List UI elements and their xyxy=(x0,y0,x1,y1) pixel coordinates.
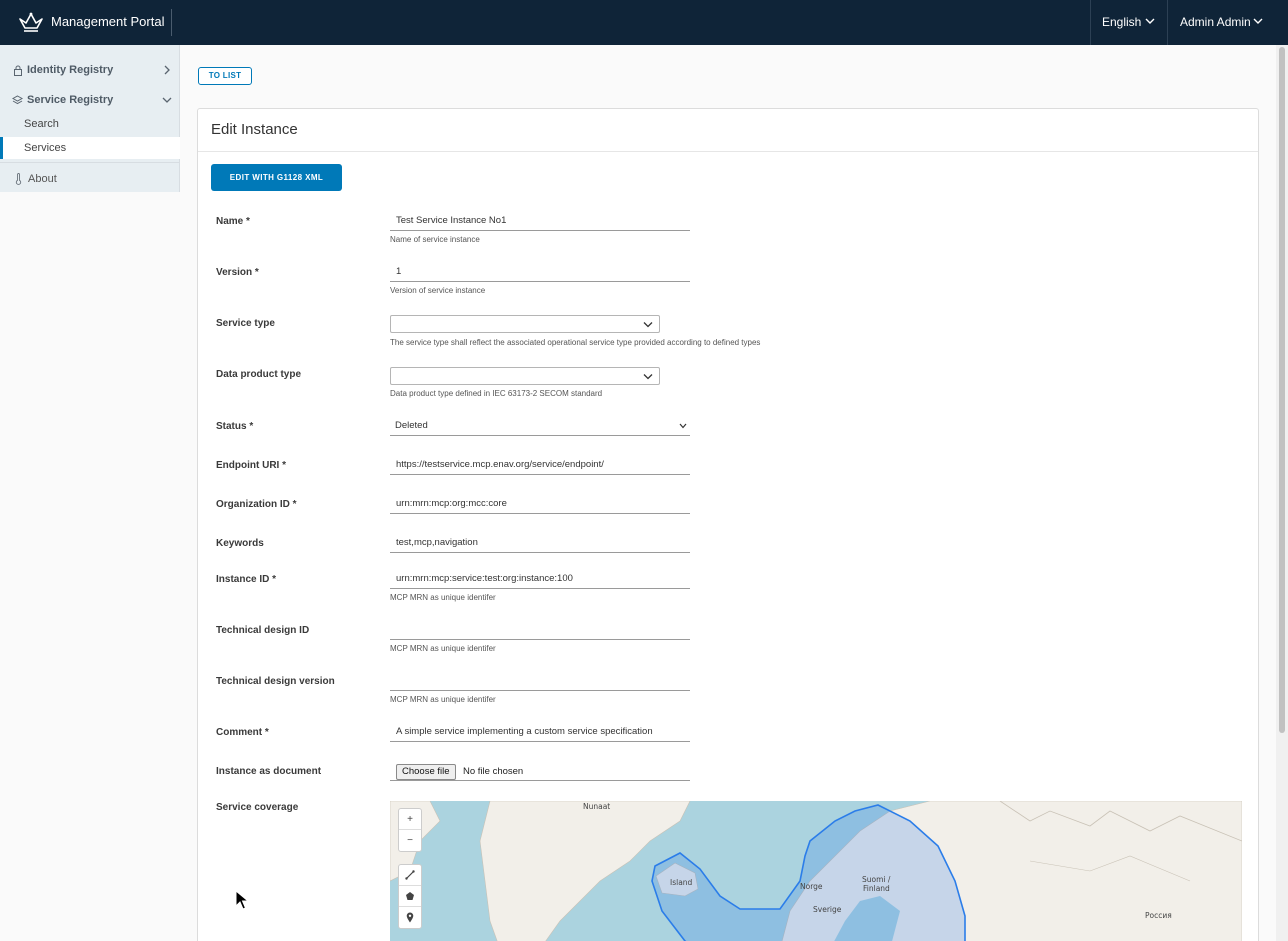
app-title[interactable]: Management Portal xyxy=(51,14,164,29)
technical-design-version-label: Technical design version xyxy=(216,676,335,687)
service-type-label: Service type xyxy=(216,318,275,329)
thermometer-icon xyxy=(15,173,22,185)
organization-id-input[interactable]: urn:mrn:mcp:org:mcc:core xyxy=(390,495,690,514)
line-icon xyxy=(405,870,415,880)
zoom-controls: + − xyxy=(398,808,422,852)
mouse-cursor-icon xyxy=(235,890,249,910)
sidebar-item-about[interactable]: About xyxy=(0,165,180,192)
map-label-sverige: Sverige xyxy=(813,905,842,914)
instance-id-label: Instance ID * xyxy=(216,574,277,585)
draw-marker-button[interactable] xyxy=(399,907,421,928)
map-geography xyxy=(390,801,1242,941)
card-divider xyxy=(198,151,1258,152)
service-coverage-map[interactable]: Nunaat Island Norge Suomi / Finland Sver… xyxy=(390,801,1242,941)
page-scrollbar[interactable] xyxy=(1276,45,1288,941)
sidebar-divider xyxy=(0,162,180,163)
marker-icon xyxy=(406,912,414,923)
scrollbar-thumb[interactable] xyxy=(1279,47,1285,733)
endpoint-uri-input[interactable]: https://testservice.mcp.enav.org/service… xyxy=(390,456,690,475)
chevron-down-icon xyxy=(679,423,687,429)
sidebar-item-label: Search xyxy=(24,118,59,130)
chevron-down-icon xyxy=(643,322,653,328)
map-label-norge: Norge xyxy=(800,882,823,891)
map-label-suomi: Suomi / xyxy=(862,875,891,884)
map-label-island: Island xyxy=(670,878,693,887)
header-divider xyxy=(171,9,172,36)
status-label: Status * xyxy=(216,421,254,432)
user-menu[interactable]: Admin Admin xyxy=(1180,15,1251,29)
sidebar-group-label: Service Registry xyxy=(27,94,114,106)
keywords-label: Keywords xyxy=(216,538,264,549)
name-help: Name of service instance xyxy=(390,235,480,244)
technical-design-id-label: Technical design ID xyxy=(216,625,310,636)
language-dropdown[interactable]: English xyxy=(1102,15,1141,29)
sidebar-group-identity-registry[interactable]: Identity Registry xyxy=(0,57,180,83)
sidebar-group-service-registry[interactable]: Service Registry xyxy=(0,87,180,113)
header-divider xyxy=(1090,0,1091,45)
comment-input[interactable]: A simple service implementing a custom s… xyxy=(390,723,690,742)
top-navbar: Management Portal English Admin Admin xyxy=(0,0,1288,45)
lock-icon xyxy=(14,65,22,76)
technical-design-version-input[interactable] xyxy=(390,672,690,691)
sidebar-item-services[interactable]: Services xyxy=(0,137,180,159)
zoom-out-button[interactable]: − xyxy=(399,830,421,851)
header-divider xyxy=(1167,0,1168,45)
technical-design-version-help: MCP MRN as unique identifer xyxy=(390,695,496,704)
chevron-right-icon[interactable] xyxy=(163,65,171,75)
organization-id-label: Organization ID * xyxy=(216,499,297,510)
sidebar-item-search[interactable]: Search xyxy=(0,113,180,135)
sidebar-group-label: Identity Registry xyxy=(27,64,114,76)
service-type-select[interactable] xyxy=(390,315,660,333)
status-select[interactable]: Deleted xyxy=(390,417,690,436)
name-label: Name * xyxy=(216,216,250,227)
version-label: Version * xyxy=(216,267,259,278)
comment-label: Comment * xyxy=(216,727,269,738)
layers-icon xyxy=(12,95,23,105)
draw-line-button[interactable] xyxy=(399,865,421,886)
polygon-icon xyxy=(406,892,414,900)
sidebar: Identity Registry Service Registry Searc… xyxy=(0,45,180,941)
version-input[interactable]: 1 xyxy=(390,263,690,282)
to-list-button[interactable]: TO LIST xyxy=(198,67,252,85)
chevron-down-icon[interactable] xyxy=(162,96,172,104)
data-product-type-select[interactable] xyxy=(390,367,660,385)
instance-id-input[interactable]: urn:mrn:mcp:service:test:org:instance:10… xyxy=(390,570,690,589)
map-label-finland: Finland xyxy=(863,884,890,893)
chevron-down-icon[interactable] xyxy=(1145,17,1155,25)
technical-design-id-help: MCP MRN as unique identifer xyxy=(390,644,496,653)
choose-file-button[interactable]: Choose file xyxy=(396,764,456,780)
edit-with-xml-button[interactable]: EDIT WITH G1128 XML xyxy=(211,164,342,191)
service-coverage-label: Service coverage xyxy=(216,802,299,813)
sidebar-item-label: About xyxy=(28,173,57,185)
data-product-type-help: Data product type defined in IEC 63173-2… xyxy=(390,389,603,398)
page-title: Edit Instance xyxy=(211,121,298,138)
service-type-help: The service type shall reflect the assoc… xyxy=(390,338,761,347)
chevron-down-icon[interactable] xyxy=(1253,17,1263,25)
chevron-down-icon xyxy=(643,374,653,380)
keywords-input[interactable]: test,mcp,navigation xyxy=(390,534,690,553)
instance-id-help: MCP MRN as unique identifer xyxy=(390,593,496,602)
endpoint-uri-label: Endpoint URI * xyxy=(216,460,286,471)
version-help: Version of service instance xyxy=(390,286,486,295)
data-product-type-label: Data product type xyxy=(216,369,302,380)
file-status: No file chosen xyxy=(463,766,524,777)
draw-polygon-button[interactable] xyxy=(399,886,421,907)
zoom-in-button[interactable]: + xyxy=(399,809,421,830)
crown-icon[interactable] xyxy=(18,11,44,33)
edit-instance-card: Edit Instance EDIT WITH G1128 XML Name *… xyxy=(197,108,1259,941)
map-label-nunaat: Nunaat xyxy=(583,802,611,811)
instance-document-label: Instance as document xyxy=(216,766,322,777)
status-value: Deleted xyxy=(395,420,428,431)
technical-design-id-input[interactable] xyxy=(390,621,690,640)
draw-controls xyxy=(398,864,422,929)
sidebar-item-label: Services xyxy=(24,142,67,154)
sidebar-nav: Identity Registry Service Registry Searc… xyxy=(0,45,180,192)
name-input[interactable]: Test Service Instance No1 xyxy=(390,212,690,231)
instance-document-file-input[interactable]: Choose file No file chosen xyxy=(390,763,690,781)
map-label-rossiya: Россия xyxy=(1145,911,1172,920)
